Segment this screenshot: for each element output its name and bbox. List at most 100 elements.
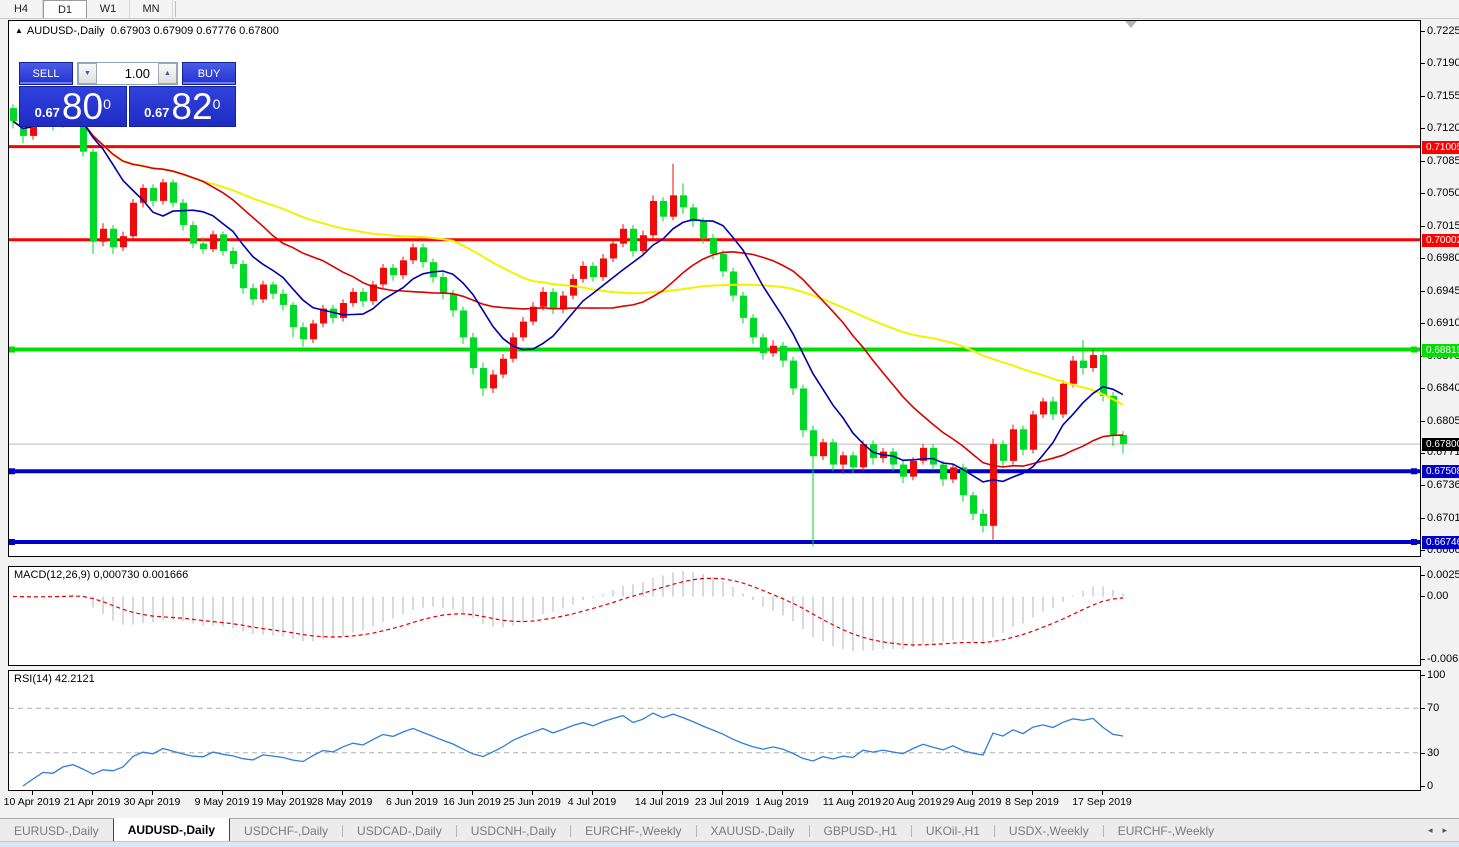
symbol-tab-ukoil-h1[interactable]: UKOil-,H1 xyxy=(912,819,994,842)
symbol-tab-usdx-weekly[interactable]: USDX-,Weekly xyxy=(995,819,1103,842)
price-tick xyxy=(1420,485,1425,486)
price-tick xyxy=(1420,96,1425,97)
candle xyxy=(940,465,947,480)
date-tick-label: 20 Aug 2019 xyxy=(883,796,942,808)
price-tick xyxy=(1420,323,1425,324)
toolbar-divider xyxy=(175,1,176,17)
buy-price-display[interactable]: 0.67 82 0 xyxy=(129,86,237,127)
rsi-indicator-panel[interactable]: RSI(14) 42.2121 xyxy=(8,670,1421,791)
timeframe-toolbar: H4D1W1MN xyxy=(0,0,1459,19)
price-tick-label: 0.69450 xyxy=(1427,285,1459,297)
candle xyxy=(1090,355,1097,368)
symbol-tab-usdchf-daily[interactable]: USDCHF-,Daily xyxy=(230,819,342,842)
candle xyxy=(270,284,277,293)
one-click-trading-panel: SELL ▼ 1.00 ▲ BUY 0.67 80 0 0.67 82 0 xyxy=(19,62,236,127)
price-tick-label: 0.70150 xyxy=(1427,220,1459,232)
macd-indicator-panel[interactable]: MACD(12,26,9) 0,000730 0.001666 xyxy=(8,566,1421,666)
price-tick xyxy=(1420,518,1425,519)
sell-price-pipette: 0 xyxy=(103,89,111,119)
timeframe-button-h4[interactable]: H4 xyxy=(0,0,43,18)
sell-price-display[interactable]: 0.67 80 0 xyxy=(19,86,127,127)
symbol-tab-gbpusd-h1[interactable]: GBPUSD-,H1 xyxy=(810,819,911,842)
price-tick-label: 0.69100 xyxy=(1427,317,1459,329)
candle xyxy=(440,277,447,294)
candle xyxy=(90,152,97,242)
volume-increase-button[interactable]: ▲ xyxy=(158,63,177,84)
price-axis[interactable]: 0.722500.719000.715500.712000.708500.705… xyxy=(1422,18,1459,818)
date-tick-label: 9 May 2019 xyxy=(195,796,250,808)
date-axis[interactable]: 10 Apr 201921 Apr 201930 Apr 20199 May 2… xyxy=(8,791,1421,817)
date-tick-label: 17 Sep 2019 xyxy=(1072,796,1132,808)
rsi-tick-label: 30 xyxy=(1427,747,1439,759)
price-chart-panel[interactable]: ▲AUDUSD-,Daily 0.67903 0.67909 0.67776 0… xyxy=(8,20,1421,557)
candle xyxy=(700,221,707,238)
date-tick-label: 14 Jul 2019 xyxy=(635,796,689,808)
candle xyxy=(350,292,357,303)
price-tick xyxy=(1420,31,1425,32)
symbol-tab-xauusd-daily[interactable]: XAUUSD-,Daily xyxy=(697,819,809,842)
buy-price-prefix: 0.67 xyxy=(144,103,169,123)
candle xyxy=(1070,361,1077,384)
collapse-arrow-icon[interactable]: ▲ xyxy=(15,26,23,35)
candle xyxy=(830,442,837,464)
tab-scroll-right-icon[interactable]: ▸ xyxy=(1442,825,1447,836)
timeframe-button-mn[interactable]: MN xyxy=(130,0,173,18)
price-tick-label: 0.71200 xyxy=(1427,122,1459,134)
mt4-terminal-window: { "toolbar": { "timeframes": [ {"label":… xyxy=(0,0,1459,846)
macd-tick xyxy=(1420,659,1425,660)
symbol-tab-bar: EURUSD-,DailyAUDUSD-,DailyUSDCHF-,DailyU… xyxy=(0,818,1459,842)
candle xyxy=(170,182,177,202)
price-tick xyxy=(1420,226,1425,227)
symbol-tab-usdcnh-daily[interactable]: USDCNH-,Daily xyxy=(457,819,570,842)
price-tick-label: 0.68050 xyxy=(1427,415,1459,427)
candle xyxy=(360,292,367,301)
volume-value[interactable]: 1.00 xyxy=(97,63,158,84)
price-level-badge-0.71005: 0.71005 xyxy=(1422,141,1459,154)
candle xyxy=(900,465,907,477)
buy-button[interactable]: BUY xyxy=(182,62,236,85)
date-tick xyxy=(592,791,593,795)
date-tick xyxy=(782,791,783,795)
candle xyxy=(740,296,747,318)
chart-title: ▲AUDUSD-,Daily 0.67903 0.67909 0.67776 0… xyxy=(15,25,279,37)
candle xyxy=(250,288,257,299)
candle xyxy=(410,247,417,260)
candle xyxy=(600,258,607,277)
candle xyxy=(610,244,617,259)
candle xyxy=(460,310,467,337)
candle xyxy=(1120,435,1127,444)
macd-canvas[interactable] xyxy=(9,567,1420,665)
macd-tick-label: -0.00632 xyxy=(1427,653,1459,665)
symbol-tab-audusd-daily[interactable]: AUDUSD-,Daily xyxy=(113,818,230,842)
symbol-tab-eurchf-weekly[interactable]: EURCHF-,Weekly xyxy=(1104,819,1228,842)
date-tick xyxy=(92,791,93,795)
macd-tick xyxy=(1420,575,1425,576)
price-level-badge-0.66746: 0.66746 xyxy=(1422,536,1459,549)
volume-decrease-button[interactable]: ▼ xyxy=(78,63,97,84)
status-bar xyxy=(0,841,1459,847)
candle xyxy=(630,229,637,251)
chart-shift-marker-icon[interactable] xyxy=(1125,21,1137,28)
candle xyxy=(200,244,207,250)
candle xyxy=(670,195,677,216)
symbol-tab-eurchf-weekly[interactable]: EURCHF-,Weekly xyxy=(571,819,695,842)
candle xyxy=(770,346,777,353)
candle xyxy=(1030,414,1037,449)
date-tick-label: 19 May 2019 xyxy=(252,796,313,808)
price-tick-label: 0.71900 xyxy=(1427,57,1459,69)
candle xyxy=(800,388,807,430)
timeframe-button-d1[interactable]: D1 xyxy=(43,0,87,18)
symbol-tab-usdcad-daily[interactable]: USDCAD-,Daily xyxy=(343,819,456,842)
rsi-canvas[interactable] xyxy=(9,671,1420,790)
symbol-tab-eurusd-daily[interactable]: EURUSD-,Daily xyxy=(0,819,113,842)
timeframe-button-w1[interactable]: W1 xyxy=(87,0,130,18)
sell-button[interactable]: SELL xyxy=(19,62,73,85)
candle xyxy=(260,284,267,299)
candle xyxy=(310,323,317,339)
candle xyxy=(390,268,397,275)
candle xyxy=(1010,429,1017,461)
tab-scroll-left-icon[interactable]: ◂ xyxy=(1428,825,1433,836)
candle xyxy=(400,260,407,275)
price-tick xyxy=(1420,453,1425,454)
date-tick-label: 25 Jun 2019 xyxy=(503,796,561,808)
